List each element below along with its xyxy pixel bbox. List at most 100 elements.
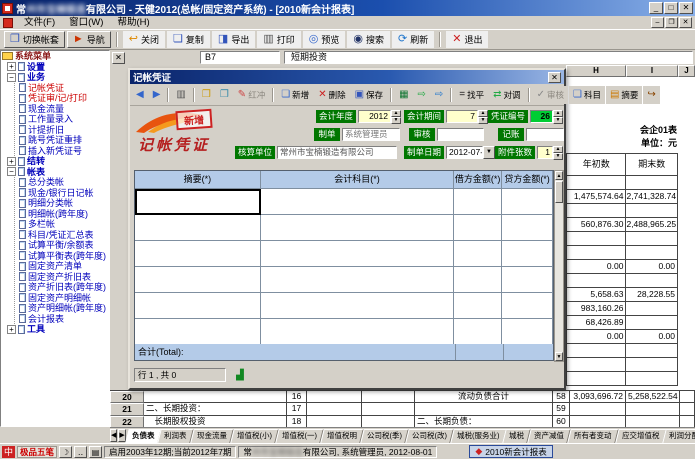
grid-cell[interactable] (454, 319, 502, 345)
strip-cell[interactable] (626, 316, 678, 330)
spin-down-icon[interactable]: ▼ (478, 117, 488, 124)
spin-down-icon[interactable]: ▼ (391, 117, 401, 124)
grid-cell[interactable] (261, 241, 455, 267)
sidebar-item-会计报表[interactable]: 会计报表 (15, 314, 109, 325)
sheet-tab-利润表[interactable]: 利润表 (158, 429, 194, 443)
scroll-thumb[interactable] (555, 181, 563, 203)
expand-icon[interactable]: + (7, 157, 16, 166)
strip-cell[interactable]: 5,658.63 (567, 288, 626, 302)
dialog-subject-button[interactable]: ❏科目 (569, 86, 605, 104)
dialog-exit-door-button[interactable]: ↪ (643, 86, 659, 104)
spin-up-icon[interactable]: ▲ (553, 110, 563, 117)
mdi-close-button[interactable]: ✕ (679, 17, 692, 28)
toolbar-navigate-button[interactable]: ►导航 (67, 31, 111, 48)
mdi-minimize-button[interactable]: – (651, 17, 664, 28)
strip-cell[interactable]: 68,426.89 (567, 316, 626, 330)
row-header[interactable]: 21 (110, 403, 144, 415)
strip-cell[interactable] (626, 204, 678, 218)
toolbar-switch-ledger-button[interactable]: ❐切换帐套 (4, 31, 65, 48)
strip-cell[interactable] (567, 344, 626, 358)
sheet-cell[interactable]: 17 (287, 403, 307, 415)
dialog-new-voucher-button[interactable]: ❏新增 (277, 86, 313, 104)
spinner-附件张数[interactable]: ▲▼ (553, 146, 563, 159)
voucher-grid-scrollbar[interactable]: ▲ ▼ (554, 170, 564, 362)
field-input-附件张数[interactable]: 1 (537, 146, 553, 159)
strip-cell[interactable]: 1,475,574.64 (567, 190, 626, 204)
sidebar-item-固定资产清单[interactable]: 固定资产清单 (15, 261, 109, 272)
date-dropdown-icon[interactable]: ▼ (483, 146, 495, 159)
sidebar-branch-设置[interactable]: +设置 (5, 62, 109, 73)
sheet-cell[interactable]: 58 (553, 391, 570, 403)
sheet-cell[interactable]: 3,093,696.72 (570, 391, 626, 403)
strip-cell[interactable]: 0.00 (626, 330, 678, 344)
dialog-open-voucher-button[interactable]: ❒ (198, 86, 215, 104)
scroll-up-icon[interactable]: ▲ (555, 171, 563, 180)
strip-cell[interactable] (626, 274, 678, 288)
sheet-cell[interactable]: 流动负债合计 (415, 391, 553, 403)
grid-cell[interactable] (135, 267, 261, 293)
sidebar-item-记帐凭证[interactable]: 记帐凭证 (15, 83, 109, 94)
sheet-cell[interactable] (626, 403, 680, 415)
dialog-close-icon[interactable]: ✕ (548, 72, 561, 83)
dialog-export-arrow-button[interactable]: ⇨ (431, 86, 447, 104)
sheet-tab-增值税(小)[interactable]: 增值税(小) (230, 429, 278, 443)
close-button[interactable]: ✕ (679, 2, 693, 14)
dialog-prev-voucher-button[interactable]: ◀ (132, 86, 148, 104)
spinner-会计年度[interactable]: ▲▼ (391, 110, 401, 123)
sidebar-branch-业务[interactable]: −业务 (5, 72, 109, 83)
dialog-summary-button[interactable]: ▤摘要 (606, 86, 642, 104)
ime-fullhalf-icon[interactable]: ☽ (59, 446, 72, 458)
column-header-I[interactable]: I (626, 65, 678, 77)
field-input-会计期间[interactable]: 7 (446, 110, 478, 123)
strip-cell[interactable]: 0.00 (567, 260, 626, 274)
grid-cell[interactable] (261, 215, 455, 241)
sidebar-item-固定资产折旧表[interactable]: 固定资产折旧表 (15, 272, 109, 283)
sheet-cell[interactable] (362, 391, 415, 403)
grid-cell[interactable] (502, 267, 553, 293)
sidebar-item-工作量录入[interactable]: 工作量录入 (15, 114, 109, 125)
field-input-会计年度[interactable]: 2012 (358, 110, 391, 123)
dialog-delete-voucher-button[interactable]: ✕删除 (314, 86, 349, 104)
strip-cell[interactable]: 0.00 (626, 260, 678, 274)
sidebar-item-资产明细帐(跨年度)[interactable]: 资产明细帐(跨年度) (15, 303, 109, 314)
toolbar-search-button[interactable]: ◉搜索 (347, 31, 390, 48)
dialog-swap-button[interactable]: ⇄对调 (489, 86, 524, 104)
sidebar-item-凭证审/记/打印[interactable]: 凭证审/记/打印 (15, 93, 109, 104)
sheet-cell[interactable] (307, 391, 362, 403)
sheet-tab-现金流量[interactable]: 现金流量 (190, 429, 233, 443)
sidebar-root[interactable]: 系统菜单 (1, 51, 109, 62)
field-input-核算单位[interactable]: 常州市宝楠锻造有限公司 (277, 146, 397, 159)
tab-scroll-right-icon[interactable]: ▶ (118, 429, 125, 442)
collapse-icon[interactable]: − (7, 167, 16, 176)
sheet-cell[interactable]: 16 (287, 391, 307, 403)
expand-icon[interactable]: + (7, 325, 16, 334)
ime-punct-icon[interactable]: ‥ (74, 446, 87, 458)
sheet-cell[interactable] (144, 391, 287, 403)
grid-cell[interactable] (135, 215, 261, 241)
menu-item-文[interactable]: 文件(F) (17, 17, 62, 28)
strip-cell[interactable]: 0.00 (567, 330, 626, 344)
sheet-tab-应交增值税[interactable]: 应交增值税 (615, 429, 666, 443)
expand-icon[interactable]: + (7, 62, 16, 71)
grid-cell[interactable] (454, 189, 502, 215)
spinner-会计期间[interactable]: ▲▼ (478, 110, 488, 123)
sidebar-item-科目/凭证汇总表[interactable]: 科目/凭证汇总表 (15, 230, 109, 241)
grid-cell[interactable] (502, 241, 553, 267)
sheet-tab-公司税(改)[interactable]: 公司税(改) (405, 429, 453, 443)
strip-cell[interactable] (567, 274, 626, 288)
toolbar-close-window-button[interactable]: ↩关闭 (123, 31, 165, 48)
spinner-凭证编号[interactable]: ▲▼ (553, 110, 563, 123)
ime-keyboard-icon[interactable]: ▤ (89, 446, 102, 458)
dialog-save-voucher-button[interactable]: ▣保存 (351, 86, 387, 104)
sheet-tab-所有者变动[interactable]: 所有者变动 (568, 429, 619, 443)
strip-cell[interactable]: 560,876.30 (567, 218, 626, 232)
sidebar-item-现金/银行日记帐[interactable]: 现金/银行日记帐 (15, 188, 109, 199)
row-header[interactable]: 20 (110, 391, 144, 403)
formula-input[interactable]: 短期投资 (284, 51, 693, 64)
grid-cell[interactable] (454, 267, 502, 293)
strip-cell[interactable] (626, 302, 678, 316)
grid-cell[interactable] (261, 189, 455, 215)
strip-cell[interactable]: 983,160.26 (567, 302, 626, 316)
sidebar-item-总分类帐[interactable]: 总分类帐 (15, 177, 109, 188)
field-input-凭证编号[interactable]: 26 (530, 110, 553, 123)
